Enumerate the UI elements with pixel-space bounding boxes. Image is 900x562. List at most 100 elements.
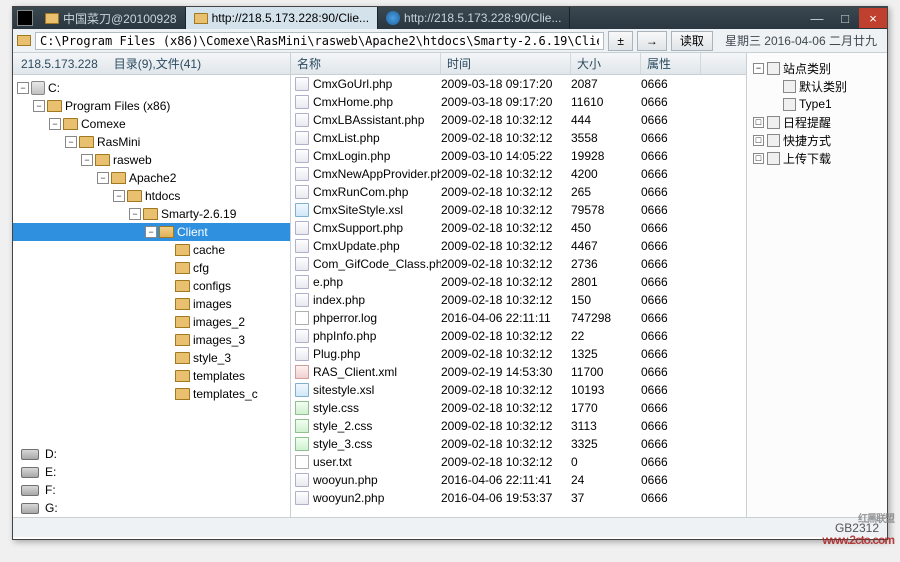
file-row[interactable]: RAS_Client.xml2009-02-19 14:53:301170006… <box>291 363 746 381</box>
file-row[interactable]: CmxList.php2009-02-18 10:32:1235580666 <box>291 129 746 147</box>
file-row[interactable]: user.txt2009-02-18 10:32:1200666 <box>291 453 746 471</box>
file-row[interactable]: Plug.php2009-02-18 10:32:1213250666 <box>291 345 746 363</box>
expand-toggle[interactable]: − <box>65 136 77 148</box>
expand-toggle[interactable]: − <box>753 63 764 74</box>
file-row[interactable]: e.php2009-02-18 10:32:1228010666 <box>291 273 746 291</box>
expand-toggle[interactable]: □ <box>753 153 764 164</box>
file-row[interactable]: CmxHome.php2009-03-18 09:17:20116100666 <box>291 93 746 111</box>
ip-label: 218.5.173.228 <box>13 57 106 71</box>
expand-toggle[interactable] <box>161 370 173 382</box>
file-row[interactable]: index.php2009-02-18 10:32:121500666 <box>291 291 746 309</box>
file-row[interactable]: CmxRunCom.php2009-02-18 10:32:122650666 <box>291 183 746 201</box>
category-node[interactable]: □日程提醒 <box>751 113 883 131</box>
expand-toggle[interactable] <box>161 244 173 256</box>
drive-item[interactable]: F: <box>21 481 290 499</box>
tree-node[interactable]: −RasMini <box>13 133 290 151</box>
tree-node[interactable]: −htdocs <box>13 187 290 205</box>
tree-node[interactable]: style_3 <box>13 349 290 367</box>
category-node[interactable]: Type1 <box>751 95 883 113</box>
tree-node[interactable]: cfg <box>13 259 290 277</box>
expand-toggle[interactable] <box>161 352 173 364</box>
expand-toggle[interactable] <box>161 280 173 292</box>
file-row[interactable]: CmxSupport.php2009-02-18 10:32:124500666 <box>291 219 746 237</box>
expand-toggle[interactable]: − <box>49 118 61 130</box>
file-row[interactable]: Com_GifCode_Class.php2009-02-18 10:32:12… <box>291 255 746 273</box>
file-row[interactable]: style.css2009-02-18 10:32:1217700666 <box>291 399 746 417</box>
tree-node[interactable]: − C: <box>13 79 290 97</box>
file-row[interactable]: style_3.css2009-02-18 10:32:1233250666 <box>291 435 746 453</box>
expand-toggle[interactable]: − <box>81 154 93 166</box>
file-row[interactable]: phperror.log2016-04-06 22:11:11747298066… <box>291 309 746 327</box>
file-row[interactable]: CmxNewAppProvider.php2009-02-18 10:32:12… <box>291 165 746 183</box>
col-size[interactable]: 大小 <box>571 53 641 74</box>
col-attr[interactable]: 属性 <box>641 53 701 74</box>
expand-toggle[interactable]: □ <box>753 135 764 146</box>
close-button[interactable]: × <box>859 8 887 28</box>
category-node[interactable]: 默认类别 <box>751 77 883 95</box>
tree-node[interactable]: −Client <box>13 223 290 241</box>
expand-toggle[interactable]: − <box>129 208 141 220</box>
file-row[interactable]: style_2.css2009-02-18 10:32:1231130666 <box>291 417 746 435</box>
file-row[interactable]: CmxUpdate.php2009-02-18 10:32:1244670666 <box>291 237 746 255</box>
expand-toggle[interactable] <box>769 81 780 92</box>
category-node[interactable]: □快捷方式 <box>751 131 883 149</box>
file-row[interactable]: CmxLogin.php2009-03-10 14:05:22199280666 <box>291 147 746 165</box>
tree-node[interactable]: −Comexe <box>13 115 290 133</box>
tree-label: C: <box>48 81 60 95</box>
tree-node[interactable]: templates_c <box>13 385 290 403</box>
expand-toggle[interactable] <box>161 298 173 310</box>
tree-node[interactable]: images_2 <box>13 313 290 331</box>
minimize-button[interactable]: — <box>803 8 831 28</box>
category-tree[interactable]: −站点类别默认类别Type1□日程提醒□快捷方式□上传下载 <box>747 53 887 173</box>
expand-toggle[interactable] <box>161 388 173 400</box>
expand-toggle[interactable]: − <box>97 172 109 184</box>
tree-node[interactable]: images <box>13 295 290 313</box>
star-button[interactable]: ± <box>608 31 633 51</box>
tree-node[interactable]: images_3 <box>13 331 290 349</box>
expand-toggle[interactable] <box>161 334 173 346</box>
expand-toggle[interactable] <box>161 316 173 328</box>
folder-icon <box>159 226 174 238</box>
expand-toggle[interactable]: □ <box>753 117 764 128</box>
folder-tree[interactable]: −C:−Program Files (x86)−Comexe−RasMini−r… <box>13 75 290 439</box>
drive-item[interactable]: G: <box>21 499 290 517</box>
tree-node[interactable]: configs <box>13 277 290 295</box>
tab-2[interactable]: http://218.5.173.228:90/Clie... <box>378 7 570 29</box>
file-time: 2009-03-18 09:17:20 <box>441 77 571 91</box>
tree-node[interactable]: −Smarty-2.6.19 <box>13 205 290 223</box>
read-button[interactable]: 读取 <box>671 31 713 51</box>
tree-node[interactable]: templates <box>13 367 290 385</box>
expand-toggle[interactable]: − <box>17 82 29 94</box>
tree-node[interactable]: −Program Files (x86) <box>13 97 290 115</box>
col-name[interactable]: 名称 <box>291 53 441 74</box>
file-row[interactable]: sitestyle.xsl2009-02-18 10:32:1210193066… <box>291 381 746 399</box>
file-row[interactable]: CmxLBAssistant.php2009-02-18 10:32:12444… <box>291 111 746 129</box>
category-node[interactable]: □上传下载 <box>751 149 883 167</box>
tab-0[interactable]: 中国菜刀@20100928 <box>37 7 186 29</box>
maximize-button[interactable]: □ <box>831 8 859 28</box>
path-input[interactable] <box>35 32 604 50</box>
tree-node[interactable]: −rasweb <box>13 151 290 169</box>
tab-1[interactable]: http://218.5.173.228:90/Clie... <box>186 7 378 29</box>
file-row[interactable]: CmxGoUrl.php2009-03-18 09:17:2020870666 <box>291 75 746 93</box>
file-list[interactable]: CmxGoUrl.php2009-03-18 09:17:2020870666C… <box>291 75 746 517</box>
drive-item[interactable]: D: <box>21 445 290 463</box>
file-row[interactable]: CmxSiteStyle.xsl2009-02-18 10:32:1279578… <box>291 201 746 219</box>
file-row[interactable]: wooyun.php2016-04-06 22:11:41240666 <box>291 471 746 489</box>
category-node[interactable]: −站点类别 <box>751 59 883 77</box>
expand-toggle[interactable] <box>769 99 780 110</box>
expand-toggle[interactable]: − <box>33 100 45 112</box>
file-time: 2009-03-18 09:17:20 <box>441 95 571 109</box>
category-label: 默认类别 <box>799 78 847 95</box>
go-button[interactable]: → <box>637 31 667 51</box>
expand-toggle[interactable]: − <box>113 190 125 202</box>
tree-node[interactable]: −Apache2 <box>13 169 290 187</box>
expand-toggle[interactable] <box>161 262 173 274</box>
tree-node[interactable]: cache <box>13 241 290 259</box>
drive-item[interactable]: E: <box>21 463 290 481</box>
file-row[interactable]: phpInfo.php2009-02-18 10:32:12220666 <box>291 327 746 345</box>
file-row[interactable]: wooyun2.php2016-04-06 19:53:37370666 <box>291 489 746 507</box>
col-time[interactable]: 时间 <box>441 53 571 74</box>
tree-label: images <box>193 297 232 311</box>
expand-toggle[interactable]: − <box>145 226 157 238</box>
